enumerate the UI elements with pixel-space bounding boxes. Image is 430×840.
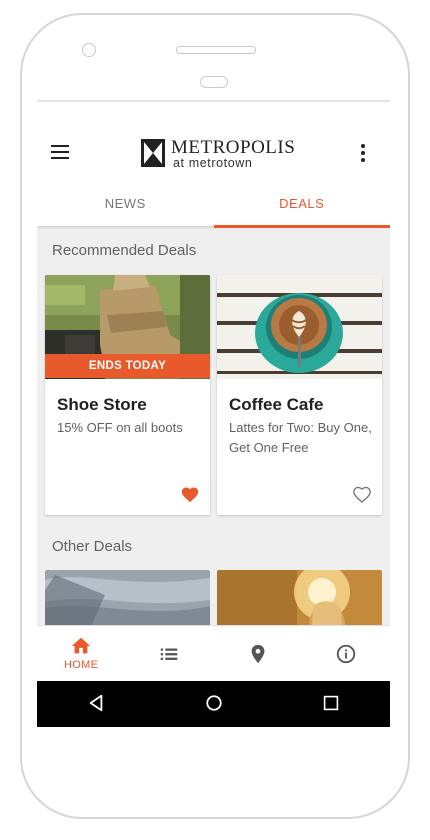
- nav-home[interactable]: HOME: [37, 626, 125, 681]
- back-icon: [89, 694, 103, 712]
- recents-icon: [323, 695, 339, 711]
- front-camera: [82, 43, 96, 57]
- tab-bar: NEWS DEALS: [37, 190, 390, 228]
- ends-today-badge: ENDS TODAY: [45, 354, 210, 378]
- latte-photo: [217, 275, 382, 379]
- nav-location[interactable]: [214, 626, 302, 681]
- metropolis-logo-icon: [141, 139, 165, 167]
- deal-description: Lattes for Two: Buy One, Get One Free: [229, 420, 372, 455]
- earpiece-speaker: [176, 46, 256, 54]
- bottom-navigation: HOME: [37, 625, 390, 681]
- proximity-sensor: [200, 76, 228, 88]
- deal-card-coffee-cafe[interactable]: Coffee Cafe Lattes for Two: Buy One, Get…: [217, 275, 382, 515]
- app-bar: METROPOLIS at metrotown NEWS DEALS: [37, 100, 390, 228]
- system-back-button[interactable]: [37, 681, 155, 727]
- android-navigation-bar: [37, 681, 390, 727]
- deal-title: Shoe Store: [57, 395, 147, 414]
- brand-subtitle: at metrotown: [173, 156, 253, 170]
- deal-card-shoe-store[interactable]: ENDS TODAY Shoe Store 15% OFF on all boo…: [45, 275, 210, 515]
- hamburger-menu-icon[interactable]: [51, 145, 73, 161]
- info-icon: [336, 644, 356, 664]
- brand-logo: METROPOLIS at metrotown: [141, 137, 295, 171]
- favorite-heart-outline-icon[interactable]: [352, 485, 372, 503]
- favorite-heart-filled-icon[interactable]: [180, 485, 200, 503]
- list-icon: [161, 648, 178, 660]
- more-options-icon[interactable]: [357, 144, 369, 164]
- deal-description: 15% OFF on all boots: [57, 420, 183, 435]
- system-home-button[interactable]: [155, 681, 273, 727]
- system-recents-button[interactable]: [272, 681, 390, 727]
- deal-title: Coffee Cafe: [229, 395, 324, 414]
- nav-info[interactable]: [302, 626, 390, 681]
- home-circle-icon: [205, 695, 222, 711]
- nav-list[interactable]: [125, 626, 213, 681]
- nav-home-label: HOME: [64, 659, 99, 671]
- location-pin-icon: [251, 644, 265, 664]
- tab-deals[interactable]: DEALS: [213, 190, 391, 228]
- app-screen: METROPOLIS at metrotown NEWS DEALS Recom…: [37, 100, 390, 727]
- recommended-deals-heading: Recommended Deals: [52, 242, 197, 259]
- other-deals-heading: Other Deals: [52, 538, 133, 555]
- tab-news[interactable]: NEWS: [37, 190, 214, 228]
- home-icon: [71, 637, 91, 654]
